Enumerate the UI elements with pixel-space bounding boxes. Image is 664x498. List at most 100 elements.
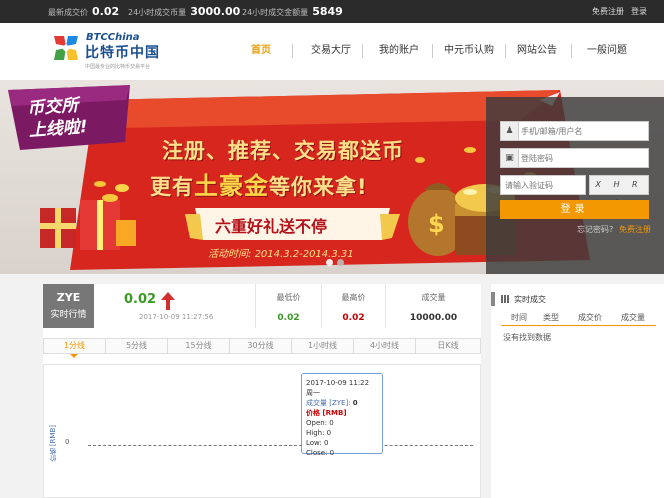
market-panel: ZYE 实时行情 0.02 2017-10-09 11:27:56 最低价 0.… (43, 284, 481, 498)
chart-y-axis-label: 价格 [RMB] (49, 425, 57, 463)
tooltip-low: Low: 0 (306, 439, 329, 447)
tooltip-high: High: 0 (306, 429, 332, 437)
top-register-link[interactable]: 免费注册 (592, 0, 624, 23)
amount-24h-value: 5849 (312, 5, 343, 18)
kline-tabs: 1分线 5分线 15分线 30分线 1小时线 4小时线 日K线 (43, 338, 481, 354)
nav-home[interactable]: 首页 (251, 44, 271, 58)
low-price-label: 最低价 (276, 293, 301, 302)
tooltip-volume-label: 成交量 [ZYE]: (306, 399, 351, 407)
banner-badge: 币交所 上线啦! (27, 94, 89, 142)
price-time: 2017-10-09 11:27:56 (139, 313, 214, 321)
volume-label: 成交量 (421, 293, 446, 302)
symbol-subtitle: 实时行情 (50, 310, 87, 320)
low-price-stat: 最低价 0.02 (255, 284, 321, 328)
volume-value: 10000.00 (409, 313, 458, 323)
user-icon: ♟ (501, 122, 519, 140)
banner-headline1: 注册、推荐、交易都送币 (162, 139, 404, 163)
tab-30min[interactable]: 30分线 (230, 339, 292, 353)
tooltip-price-label: 价格 [RMB] (306, 409, 347, 417)
realtime-title: 实时成交 (501, 294, 546, 305)
latest-price-stat: 最新成交价 0.02 (48, 0, 119, 23)
nav-divider (571, 44, 572, 58)
carousel-dots (326, 259, 348, 269)
tooltip-open: Open: 0 (306, 419, 334, 427)
username-input[interactable] (521, 124, 641, 138)
username-field[interactable]: ♟ (500, 121, 649, 141)
high-price-value: 0.02 (342, 313, 365, 323)
nav-trading-hall[interactable]: 交易大厅 (311, 44, 351, 58)
tab-1hour[interactable]: 1小时线 (292, 339, 354, 353)
volume-24h-label: 24小时成交币量 (128, 8, 187, 17)
amount-24h-stat: 24小时成交金额量 5849 (242, 0, 343, 23)
chart-tooltip: 2017-10-09 11:22 周一 成交量 [ZYE]: 0 价格 [RMB… (301, 373, 383, 457)
nav-divider (292, 44, 293, 58)
high-price-label: 最高价 (341, 293, 366, 302)
tab-5min[interactable]: 5分线 (106, 339, 168, 353)
carousel-dot[interactable] (337, 259, 344, 266)
captcha-input[interactable] (505, 178, 583, 192)
headline2-post: 等你来拿! (269, 175, 368, 199)
login-panel: ♟ ▣ X H R 0 登录 忘记密码? 免费注册 (486, 97, 664, 274)
banner-ribbon-text: 六重好礼送不停 (215, 217, 328, 236)
register-link[interactable]: 免费注册 (619, 224, 651, 235)
tooltip-date: 2017-10-09 11:22 周一 (306, 379, 370, 397)
active-tab-caret (70, 354, 78, 358)
chart-y-tick: 0 (65, 438, 70, 446)
chart-baseline (88, 445, 473, 446)
amount-24h-label: 24小时成交金额量 (242, 8, 309, 17)
login-button[interactable]: 登录 (500, 200, 649, 219)
realtime-table-header: 时间 类型 成交价 成交量 (501, 312, 656, 326)
volume-24h-value: 3000.00 (190, 5, 241, 18)
realtime-trades-panel: 实时成交 时间 类型 成交价 成交量 没有找到数据 (491, 284, 664, 498)
logo-icon[interactable] (52, 34, 80, 62)
period-label: 活动时间: (208, 249, 252, 260)
banner-headline2: 更有土豪金等你来拿! (150, 166, 368, 201)
lock-icon: ▣ (501, 149, 519, 167)
current-price: 0.02 (124, 292, 157, 307)
symbol-name: ZYE (56, 291, 81, 304)
volume-24h-stat: 24小时成交币量 3000.00 (128, 0, 240, 23)
nav-divider (505, 44, 506, 58)
carousel-dot-active[interactable] (326, 259, 333, 266)
badge-line2: 上线啦! (28, 116, 89, 141)
high-price-stat: 最高价 0.02 (321, 284, 385, 328)
logo-chinese: 比特币中国 (85, 45, 160, 61)
col-time: 时间 (511, 313, 527, 322)
headline2-highlight: 土豪金 (194, 172, 269, 200)
password-input[interactable] (521, 151, 641, 165)
tab-4hour[interactable]: 4小时线 (354, 339, 416, 353)
latest-price-label: 最新成交价 (48, 8, 88, 17)
col-price: 成交价 (578, 313, 602, 322)
kline-chart[interactable]: 价格 [RMB] 0 2017-10-09 11:22 周一 成交量 [ZYE]… (43, 364, 481, 498)
col-type: 类型 (543, 313, 559, 322)
tab-15min[interactable]: 15分线 (168, 339, 230, 353)
password-field[interactable]: ▣ (500, 148, 649, 168)
volume-stat: 成交量 10000.00 (385, 284, 481, 328)
top-login-link[interactable]: 登录 (631, 0, 647, 23)
captcha-field[interactable] (500, 175, 586, 195)
symbol-box: ZYE 实时行情 (43, 284, 94, 328)
site-header: BTCChina 比特币中国 中国最专业的比特币交易平台 首页 交易大厅 我的账… (0, 23, 664, 80)
nav-coin-subscription[interactable]: 中元币认购 (444, 44, 494, 58)
realtime-empty-message: 没有找到数据 (503, 333, 551, 342)
nav-faq[interactable]: 一般问题 (587, 44, 627, 58)
forgot-password-link[interactable]: 忘记密码? (577, 224, 613, 235)
chart-bars-icon (501, 295, 510, 303)
svg-text:$: $ (428, 210, 445, 238)
latest-price-value: 0.02 (92, 5, 120, 18)
nav-my-account[interactable]: 我的账户 (379, 44, 419, 58)
low-price-value: 0.02 (277, 313, 300, 323)
banner-period: 活动时间: 2014.3.2-2014.3.31 (208, 245, 354, 260)
tooltip-volume-value: 0 (352, 399, 358, 407)
tooltip-volume: 成交量 [ZYE]: 0 (306, 398, 378, 408)
col-volume: 成交量 (621, 313, 645, 322)
tooltip-close: Close: 0 (306, 449, 335, 457)
tab-1min[interactable]: 1分线 (44, 339, 106, 353)
nav-divider (362, 44, 363, 58)
captcha-image[interactable]: X H R 0 (589, 175, 649, 207)
headline2-pre: 更有 (150, 175, 194, 199)
tab-daily[interactable]: 日K线 (416, 339, 480, 353)
section-marker (491, 292, 495, 306)
nav-divider (432, 44, 433, 58)
nav-announcements[interactable]: 网站公告 (517, 44, 557, 58)
